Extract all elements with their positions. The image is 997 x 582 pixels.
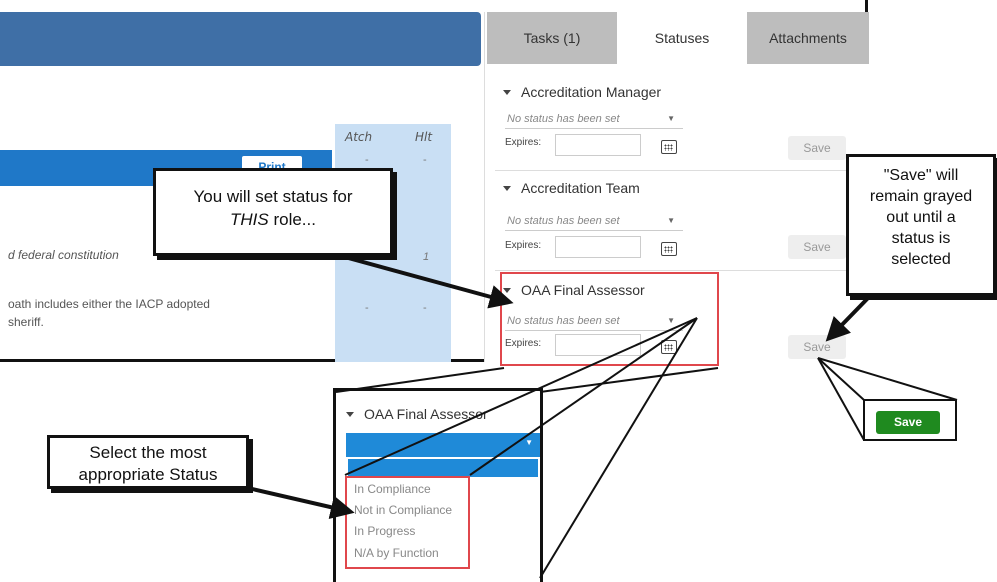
divider — [495, 270, 847, 271]
callout-set-role-status: You will set status for THIS role... — [153, 168, 393, 256]
col-header-atch: Atch — [345, 130, 373, 144]
callout-save-grayed: "Save" will remain grayed out until a st… — [846, 154, 996, 296]
header-bar — [0, 12, 481, 66]
expires-label: Expires: — [505, 240, 542, 251]
callout-select-status: Select the most appropriate Status — [47, 435, 249, 489]
collapse-triangle-icon — [346, 411, 354, 417]
status-select[interactable]: No status has been set ▼ — [505, 211, 683, 231]
pointer-line — [817, 357, 865, 401]
divider — [495, 170, 847, 171]
expires-input[interactable] — [555, 134, 641, 156]
section-title[interactable]: Accreditation Manager — [495, 82, 847, 102]
save-button-enabled[interactable]: Save — [876, 411, 940, 434]
expires-label: Expires: — [505, 137, 542, 148]
pointer-line — [817, 357, 958, 401]
save-button-disabled[interactable]: Save — [788, 136, 846, 160]
highlight-box — [500, 272, 719, 366]
row2-hlt: 1 — [423, 251, 430, 263]
row3-text-line2: sheriff. — [8, 315, 44, 329]
calendar-icon[interactable] — [661, 242, 677, 256]
arrow-to-options — [247, 486, 355, 519]
tab-statuses[interactable]: Statuses — [617, 12, 747, 64]
expires-input[interactable] — [555, 236, 641, 258]
chevron-down-icon: ▼ — [667, 114, 675, 123]
app-screen: Atch Hlt - - 1 - - Print d federal const… — [0, 0, 869, 362]
zoom-section-title: OAA Final Assessor — [346, 406, 488, 422]
row1-hlt: - — [423, 154, 427, 166]
collapse-triangle-icon — [503, 89, 511, 95]
dropdown-highlighted-option[interactable] — [348, 459, 538, 477]
calendar-icon[interactable] — [661, 140, 677, 154]
zoom-line — [539, 367, 719, 393]
status-select-open[interactable]: ▼ — [346, 433, 540, 457]
row2-text: d federal constitution — [8, 248, 119, 262]
row3-text-line1: oath includes either the IACP adopted — [8, 297, 210, 311]
status-select[interactable]: No status has been set ▼ — [505, 109, 683, 129]
chevron-down-icon: ▼ — [525, 438, 533, 447]
row1-atch: - — [365, 154, 369, 166]
chevron-down-icon: ▼ — [667, 216, 675, 225]
col-header-hlt: Hlt — [415, 130, 433, 144]
row3-atch: - — [365, 302, 369, 314]
tab-attachments[interactable]: Attachments — [747, 12, 869, 64]
section-accreditation-manager: Accreditation Manager — [495, 82, 847, 102]
save-button-disabled[interactable]: Save — [788, 235, 846, 259]
options-highlight-box — [345, 476, 470, 569]
section-accreditation-team: Accreditation Team — [495, 178, 847, 198]
collapse-triangle-icon — [503, 185, 511, 191]
section-title[interactable]: Accreditation Team — [495, 178, 847, 198]
tab-tasks[interactable]: Tasks (1) — [487, 12, 617, 64]
row3-hlt: - — [423, 302, 427, 314]
save-button-disabled[interactable]: Save — [788, 335, 846, 359]
pointer-line — [817, 357, 865, 441]
